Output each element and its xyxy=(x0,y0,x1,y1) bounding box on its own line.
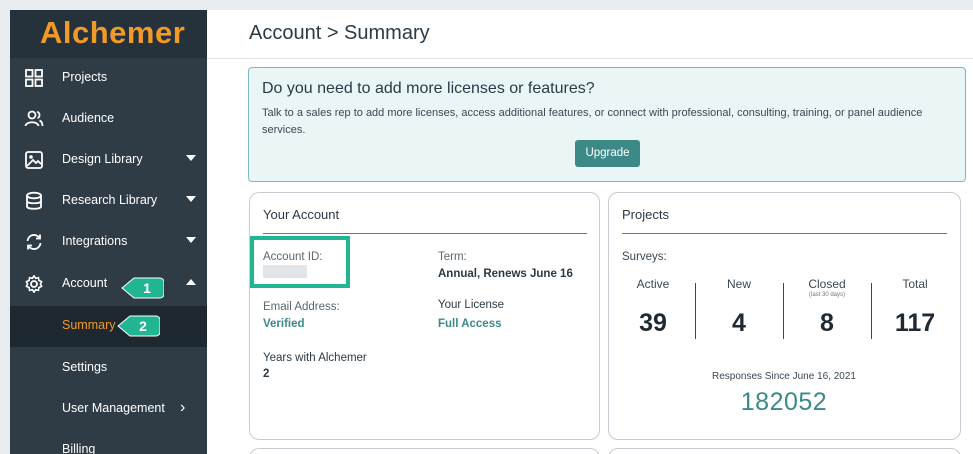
caret-up-icon[interactable] xyxy=(186,279,196,285)
stat-label: Active xyxy=(636,277,670,291)
years-label: Years with Alchemer xyxy=(263,352,367,364)
callout-number: 1 xyxy=(143,280,151,296)
callout-badge-1: 1 xyxy=(121,277,164,299)
account-id-label: Account ID: xyxy=(263,251,323,263)
stat-new: New 4 xyxy=(696,277,782,337)
sidebar-item-design-library[interactable]: Design Library xyxy=(10,140,207,181)
sidebar-item-integrations[interactable]: Integrations xyxy=(10,222,207,263)
chevron-right-icon[interactable]: › xyxy=(180,399,185,417)
license-label: Your License xyxy=(438,299,505,311)
term-value: Annual, Renews June 16 xyxy=(438,268,573,280)
page-title: Account > Summary xyxy=(249,22,430,44)
sidebar-item-label: Projects xyxy=(62,70,108,84)
sidebar-subitem-label: User Management xyxy=(62,401,165,415)
stat-label: Total xyxy=(902,277,928,291)
projects-card: Projects Surveys: Active 39 New 4 Closed… xyxy=(608,192,961,440)
stat-value: 8 xyxy=(820,309,834,337)
email-label: Email Address: xyxy=(263,301,340,313)
stat-label: New xyxy=(726,277,751,291)
sidebar-item-label: Research Library xyxy=(62,193,158,207)
stat-total: Total 117 xyxy=(872,277,958,337)
sidebar: Alchemer Projects Audience Design Librar… xyxy=(10,10,207,454)
card-title: Projects xyxy=(622,207,669,222)
stat-value: 39 xyxy=(639,309,667,337)
sidebar-subitem-summary[interactable]: Summary xyxy=(10,306,207,347)
stat-value: 4 xyxy=(732,309,746,337)
sidebar-item-label: Account xyxy=(62,276,108,290)
upgrade-banner: Do you need to add more licenses or feat… xyxy=(248,67,966,182)
sidebar-item-label: Integrations xyxy=(62,234,128,248)
card-divider xyxy=(622,233,947,234)
database-icon xyxy=(26,191,42,210)
callout-number: 2 xyxy=(139,318,147,334)
stat-label: Closed xyxy=(808,277,846,291)
license-value[interactable]: Full Access xyxy=(438,318,502,330)
refresh-icon xyxy=(26,234,42,250)
sidebar-item-label: Audience xyxy=(62,111,115,125)
logo-text: Alchemer xyxy=(40,15,186,50)
stat-closed: Closed (last 30 days) 8 xyxy=(784,277,870,337)
caret-down-icon[interactable] xyxy=(186,196,196,202)
years-value: 2 xyxy=(263,368,270,380)
topbar: Account > Summary xyxy=(207,10,973,59)
stat-value: 117 xyxy=(894,309,936,337)
next-card xyxy=(608,448,961,454)
sidebar-item-research-library[interactable]: Research Library xyxy=(10,181,207,222)
banner-title: Do you need to add more licenses or feat… xyxy=(262,80,595,97)
logo[interactable]: Alchemer xyxy=(10,10,207,58)
upgrade-button[interactable]: Upgrade xyxy=(575,140,640,167)
next-card xyxy=(249,448,600,454)
sidebar-subitem-user-management[interactable]: User Management › xyxy=(10,389,207,430)
account-id-value-redacted xyxy=(263,265,307,278)
gear-icon xyxy=(25,275,43,293)
sidebar-item-account[interactable]: Account xyxy=(10,264,207,305)
sidebar-item-audience[interactable]: Audience xyxy=(10,99,207,140)
app-frame: Alchemer Projects Audience Design Librar… xyxy=(10,10,973,454)
stat-active: Active 39 xyxy=(610,277,696,337)
callout-badge-2: 2 xyxy=(117,315,160,337)
term-label: Term: xyxy=(438,251,467,263)
responses-value: 182052 xyxy=(740,388,828,416)
caret-down-icon[interactable] xyxy=(186,155,196,161)
sidebar-item-projects[interactable]: Projects xyxy=(10,58,207,99)
card-title: Your Account xyxy=(263,207,340,222)
users-icon xyxy=(24,110,44,127)
caret-down-icon[interactable] xyxy=(186,237,196,243)
sidebar-subitem-settings[interactable]: Settings xyxy=(10,348,207,389)
email-value: Verified xyxy=(263,318,305,330)
stat-sublabel: (last 30 days) xyxy=(808,292,845,298)
card-divider xyxy=(263,233,587,234)
account-card: Your Account Account ID: Term: Annual, R… xyxy=(249,192,600,440)
banner-text: Talk to a sales rep to add more licenses… xyxy=(262,107,923,136)
sidebar-subitem-label: Settings xyxy=(62,360,108,374)
sidebar-item-label: Design Library xyxy=(62,152,143,166)
image-icon xyxy=(25,151,43,169)
sidebar-subitem-label: Billing xyxy=(62,442,96,454)
grid-icon xyxy=(25,69,43,87)
sidebar-subitem-label: Summary xyxy=(62,318,116,332)
sidebar-subitem-billing[interactable]: Billing xyxy=(10,430,207,454)
responses-label: Responses Since June 16, 2021 xyxy=(712,371,856,382)
surveys-label: Surveys: xyxy=(622,251,667,263)
